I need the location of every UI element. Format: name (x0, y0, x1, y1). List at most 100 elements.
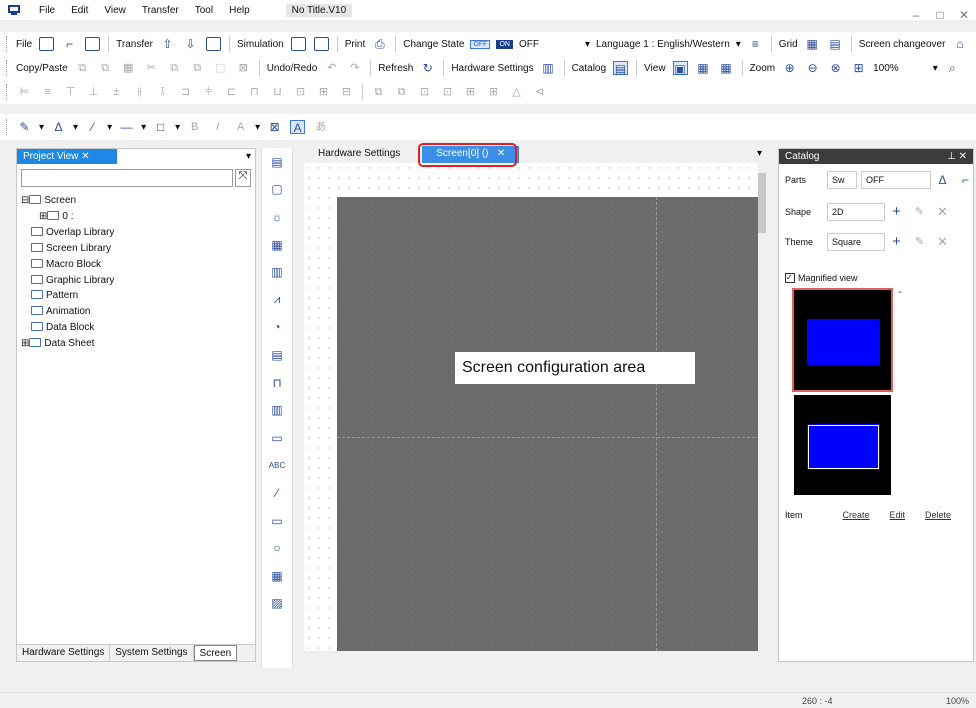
zoom-out-icon[interactable]: ⊖ (805, 61, 820, 75)
select-icon[interactable]: ⬚ (213, 61, 228, 75)
meter-icon[interactable]: ◔ (262, 314, 292, 342)
save-icon[interactable] (85, 37, 101, 51)
tree-item-data-block[interactable]: Data Block (21, 320, 114, 336)
part-preview-2[interactable] (794, 395, 891, 495)
chevron-down-icon[interactable]: ▾ (104, 122, 115, 133)
chevron-down-icon[interactable]: ▾ (138, 122, 149, 133)
chevron-down-icon[interactable]: ▾ (733, 39, 744, 50)
tab-hardware-settings[interactable]: Hardware Settings (17, 645, 111, 661)
distribute-h-icon[interactable]: ⫲ (132, 85, 147, 99)
mirror-icon[interactable]: ⊞ (463, 85, 478, 99)
align-top-icon[interactable]: ⊤ (63, 85, 78, 99)
horizontal-scrollbar[interactable] (304, 651, 766, 660)
preview-scrollbar[interactable]: ⌃ (895, 290, 905, 495)
zoom-tool-icon[interactable]: ⌕ (945, 61, 960, 75)
zoom-reset-icon[interactable]: ⊗ (828, 61, 843, 75)
magnified-checkbox[interactable]: ✓ (785, 273, 795, 283)
language-select[interactable]: Language 1 : English/Western (593, 39, 733, 50)
copy-icon[interactable]: ⧉ (75, 61, 90, 75)
menu-transfer[interactable]: Transfer (134, 5, 187, 16)
tree-item-animation[interactable]: Animation (21, 304, 114, 320)
close-icon[interactable]: ✕ (81, 151, 89, 162)
text-icon[interactable]: ABC (262, 452, 292, 480)
numeric-display-icon[interactable]: ▦ (262, 231, 292, 259)
line-width-icon[interactable]: — (119, 120, 134, 134)
tree-item-data-sheet[interactable]: ⊞ Data Sheet (21, 336, 114, 352)
grid-icon[interactable]: ▦ (805, 37, 820, 51)
project-view-tab[interactable]: Project View ✕ (17, 149, 117, 164)
lock-icon[interactable]: ⊞ (486, 85, 501, 99)
zoom-in-icon[interactable]: ⊕ (782, 61, 797, 75)
alarm-icon[interactable]: ⊓ (262, 369, 292, 397)
edit-pencil-icon[interactable]: ✎ (912, 235, 927, 249)
pin-close-icon[interactable]: ⊥ ✕ (947, 151, 967, 162)
bar-graph-icon[interactable]: ▥ (262, 258, 292, 286)
pen-icon[interactable]: ✎ (17, 120, 32, 134)
tree-item-graphic-library[interactable]: Graphic Library (21, 273, 114, 289)
distribute-v-icon[interactable]: ⫱ (155, 85, 170, 99)
open-folder-icon[interactable]: ⌐ (62, 37, 77, 51)
tree-item-screen-library[interactable]: Screen Library (21, 241, 114, 257)
same-height-icon[interactable]: ⊓ (247, 85, 262, 99)
trend-graph-icon[interactable]: ⩘ (262, 286, 292, 314)
message-icon[interactable]: ▤ (262, 341, 292, 369)
shape-select[interactable]: 2D (827, 203, 885, 221)
menu-view[interactable]: View (96, 5, 134, 16)
chevron-down-icon[interactable]: ▾ (246, 151, 251, 162)
catalog-icon[interactable]: ▤ (613, 61, 629, 76)
triangle-icon[interactable]: △ (509, 85, 524, 99)
vertical-scrollbar[interactable] (758, 163, 766, 651)
group-icon[interactable]: ⊡ (293, 85, 308, 99)
menu-edit[interactable]: Edit (63, 5, 96, 16)
same-size-icon[interactable]: ⊔ (270, 85, 285, 99)
bold-icon[interactable]: B (187, 120, 202, 134)
align-center-h-icon[interactable]: ⫩ (201, 85, 216, 99)
on-state-button[interactable]: ON (496, 39, 513, 49)
refresh-icon[interactable]: ↻ (420, 61, 435, 75)
text-color-icon[interactable]: A (233, 120, 248, 134)
view-layout-icon[interactable]: ▣ (672, 61, 688, 76)
zoom-value[interactable]: 100% (870, 63, 902, 74)
parts-state-select[interactable]: OFF (861, 171, 931, 189)
align-middle-icon[interactable]: ± (109, 85, 124, 99)
multi-copy-icon[interactable]: ▦ (121, 61, 136, 75)
theme-select[interactable]: Square (827, 233, 885, 251)
open-folder-icon[interactable]: ⌐ (958, 173, 973, 187)
menu-file[interactable]: File (31, 5, 63, 16)
monitor-icon[interactable] (206, 37, 221, 51)
table-data-icon[interactable]: ▥ (262, 396, 292, 424)
fill-color-icon[interactable]: Δ (51, 120, 66, 134)
undo-icon[interactable]: ↶ (324, 61, 339, 75)
align-right-icon[interactable]: ⊐ (178, 85, 193, 99)
view-grid-icon[interactable]: ▦ (719, 61, 734, 75)
angle-icon[interactable]: ⊲ (532, 85, 547, 99)
simulation-icon[interactable] (290, 37, 306, 51)
tab-hardware-settings-doc[interactable]: Hardware Settings (304, 146, 414, 163)
layer-down-icon[interactable]: ⧉ (394, 85, 409, 99)
off-state-button[interactable]: OFF (470, 39, 491, 49)
color-icon[interactable]: Δ (935, 173, 950, 187)
tree-item-overlap-library[interactable]: Overlap Library (21, 225, 114, 241)
rectangle-icon[interactable]: ▭ (262, 507, 292, 535)
screen-canvas[interactable] (337, 197, 760, 651)
minimize-icon[interactable]: – (904, 0, 928, 30)
table-icon[interactable]: ▦ (262, 562, 292, 590)
same-width-icon[interactable]: ⊏ (224, 85, 239, 99)
text-box-icon[interactable]: ⊠ (267, 120, 282, 134)
parts-catalog-icon[interactable]: ▤ (262, 148, 292, 176)
view-table-icon[interactable]: ▦ (696, 61, 711, 75)
chevron-down-icon[interactable]: ▾ (252, 122, 263, 133)
transfer-upload-icon[interactable]: ⇧ (160, 37, 175, 51)
tree-item-screen[interactable]: ⊟ Screen (21, 193, 114, 209)
delete-icon[interactable]: ⊠ (236, 61, 251, 75)
rectangle-style-icon[interactable]: □ (153, 120, 168, 134)
maximize-icon[interactable]: □ (928, 0, 952, 30)
menu-tool[interactable]: Tool (187, 5, 221, 16)
plus-icon[interactable]: + (889, 234, 904, 249)
create-link[interactable]: Create (843, 510, 870, 520)
rotate-icon[interactable]: ⊡ (440, 85, 455, 99)
parts-type-select[interactable]: Sw (827, 171, 857, 189)
x-icon[interactable]: ✕ (935, 205, 950, 219)
transfer-download-icon[interactable]: ⇩ (183, 37, 198, 51)
line-style-icon[interactable]: ⁄ (85, 120, 100, 134)
